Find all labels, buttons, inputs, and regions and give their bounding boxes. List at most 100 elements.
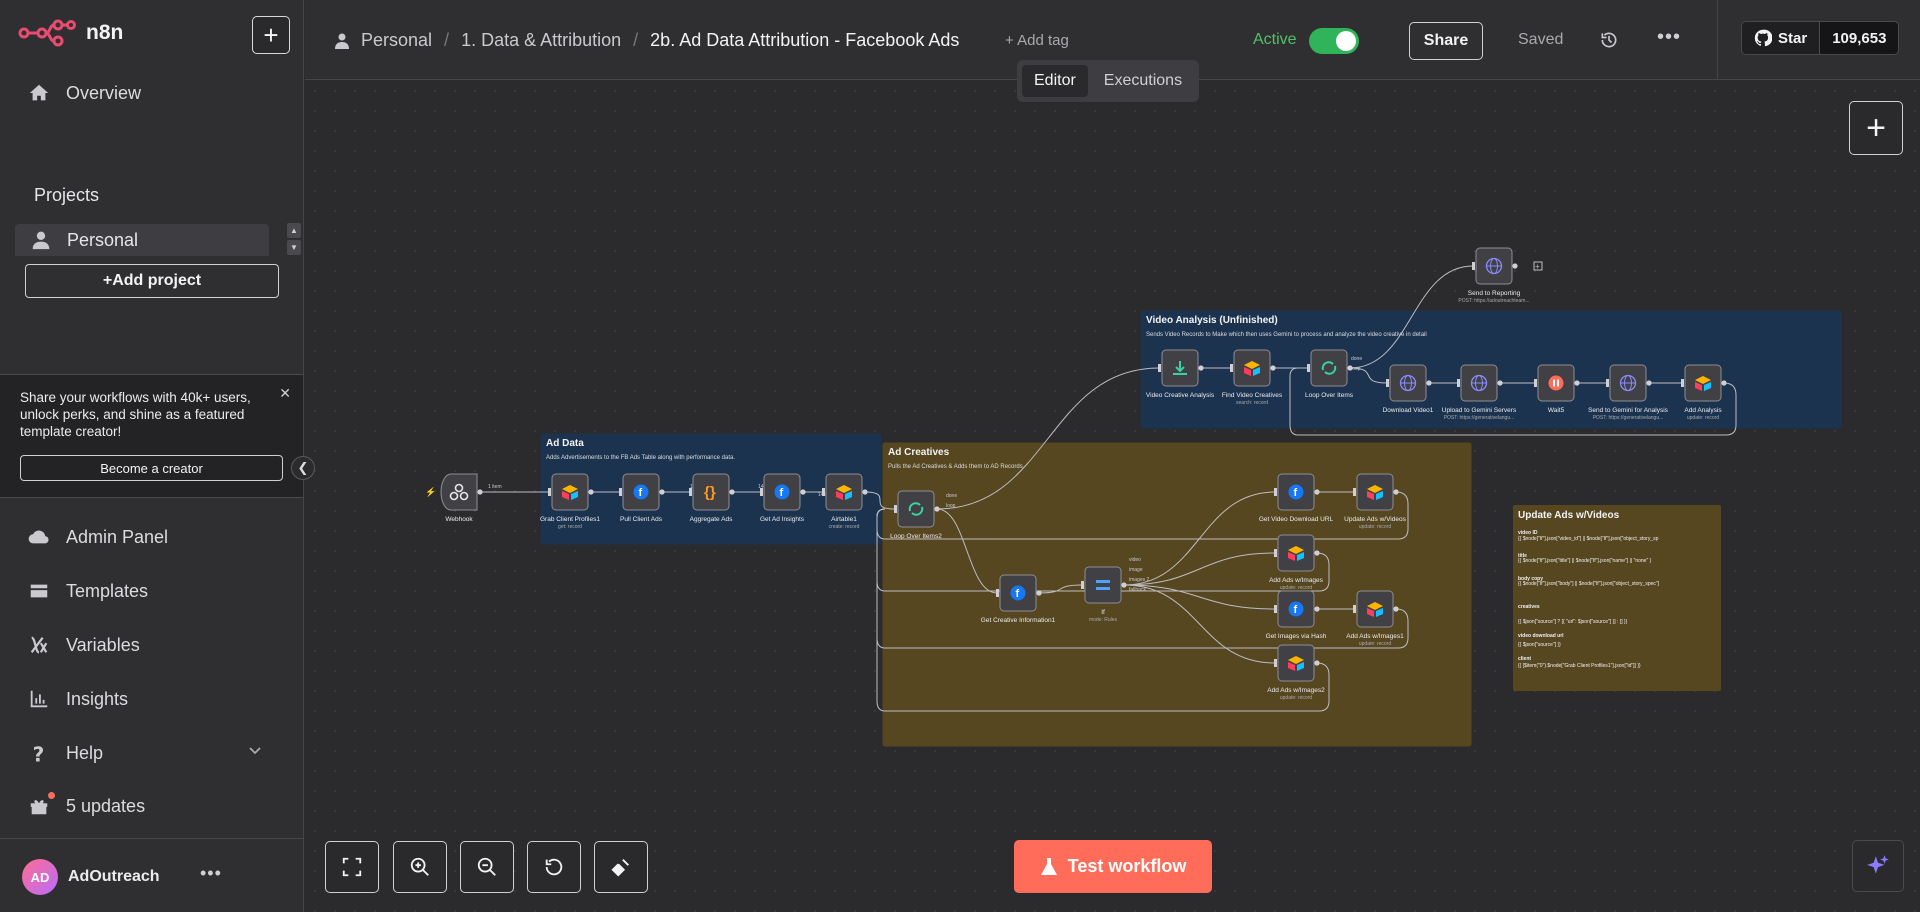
node-label: Download Video1 [1383,407,1434,414]
output-handle [1497,380,1503,386]
input-handle [1274,659,1277,667]
projects-heading: Projects [34,185,100,205]
tidy-up-button[interactable] [594,841,648,893]
become-creator-button[interactable]: Become a creator [20,455,283,481]
output-handle [1198,365,1204,371]
tab-editor[interactable]: Editor [1022,65,1088,97]
input-handle [619,488,622,496]
github-star[interactable]: Star [1742,22,1820,54]
node-label: Find Video Creatives [1222,392,1283,399]
node-subtitle: update: record [1687,415,1719,421]
connection-label: image [1129,567,1143,573]
gift-icon [30,800,48,815]
projects-scrollbar[interactable]: ▲ ▼ [285,222,303,258]
input-handle [1457,379,1460,387]
history-icon[interactable] [1599,30,1619,50]
trigger-bolt-icon: ⚡ [425,486,436,498]
create-button[interactable]: + [252,16,290,54]
node-aa[interactable]: Add Analysisupdate: record [1681,364,1727,421]
more-icon[interactable]: ••• [1657,26,1681,49]
sidebar-item-label: Templates [66,580,149,601]
sidebar-item-insights[interactable]: Insights [28,688,128,710]
variables-icon [30,636,48,654]
node-str[interactable]: Send to ReportingPOST: https://adoutreac… [1458,247,1530,304]
node-subtitle: search: record [1236,400,1268,406]
fit-view-button[interactable] [325,841,379,893]
connection-label: images 2 [1129,577,1150,583]
node-loop2[interactable]: Loop Over Items2 [890,490,942,540]
tab-executions[interactable]: Executions [1092,65,1194,97]
sidebar-item-overview[interactable]: Overview [28,82,141,104]
sidebar-item-admin-panel[interactable]: Admin Panel [28,526,168,548]
input-handle [1353,605,1356,613]
plus-icon: + [102,272,113,289]
add-node-button[interactable]: + [1849,101,1903,155]
home-icon [29,84,49,101]
n8n-logo[interactable]: n8n [18,18,123,48]
avatar: AD [22,859,58,895]
node-pull[interactable]: f Pull Client Ads [619,473,665,523]
github-star-button[interactable]: Star 109,653 [1741,21,1900,55]
node-box [1310,349,1348,387]
chevron-down-icon[interactable] [248,744,262,758]
node-insights[interactable]: f Get Ad Insights [760,473,806,523]
output-handle [1121,582,1127,588]
close-icon[interactable]: ✕ [279,385,291,402]
facebook-icon-glyph: f [780,487,784,499]
output-handle [1512,263,1518,269]
scroll-down-icon[interactable]: ▼ [287,240,301,255]
zoom-in-button[interactable] [393,841,447,893]
workflow-name[interactable]: 2b. Ad Data Attribution - Facebook Ads [650,30,959,51]
broom-icon [611,859,629,877]
group-title: Ad Data [546,438,584,449]
add-tag-button[interactable]: + Add tag [1005,32,1069,49]
node-label: Get Creative Information1 [981,617,1056,624]
ai-assistant-button[interactable] [1852,840,1904,892]
output-handle [862,489,868,495]
facebook-icon-glyph: f [1016,588,1020,600]
breadcrumb-project[interactable]: Personal [361,30,432,51]
user-menu[interactable]: AD AdOutreach ••• [0,838,303,912]
more-icon[interactable]: ••• [200,863,222,884]
zoom-out-button[interactable] [460,841,514,893]
add-project-button[interactable]: + Add project [25,264,279,298]
active-toggle[interactable] [1309,28,1359,54]
pause-icon-bar-left [1553,379,1555,387]
node-label: Add Analysis [1684,407,1722,414]
input-handle [996,589,999,597]
n8n-logo-icon [18,19,76,47]
note-code: {{ [$item("0").$node["Grab Client Profil… [1518,663,1641,669]
test-workflow-button[interactable]: Test workflow [1014,840,1212,893]
output-handle [477,489,483,495]
node-label: Get Images via Hash [1266,633,1327,640]
node-label: Send to Gemini for Analysis [1588,407,1669,414]
output-handle [1426,380,1432,386]
output-handle [1270,365,1276,371]
breadcrumb-folder[interactable]: 1. Data & Attribution [461,30,621,51]
sidebar-item-updates[interactable]: 5 updates [28,795,145,817]
collapse-sidebar-button[interactable]: ❮ [291,456,315,480]
node-loop[interactable]: Loop Over Items [1305,349,1354,399]
output-handle [1646,380,1652,386]
reset-zoom-button[interactable] [527,841,581,893]
node-webhook[interactable]: ⚡ Webhook [425,473,483,523]
input-handle [1681,379,1684,387]
sidebar-item-personal-project[interactable]: Personal [15,224,269,256]
sidebar-item-variables[interactable]: Variables [28,634,140,656]
workflow-canvas[interactable]: Ad Data Adds Advertisements to the FB Ads… [305,81,1920,912]
note-code: {{ $json["source"] }} [1518,642,1561,648]
add-project-label: Add project [112,272,202,289]
sidebar-item-label: Insights [66,688,129,709]
node-label: Add Ads w/Images2 [1267,687,1325,694]
input-handle [1158,364,1161,372]
scroll-up-icon[interactable]: ▲ [287,223,301,238]
sidebar-item-help[interactable]: ? Help [28,742,103,764]
switch-icon-bar [1096,587,1110,590]
node-agg[interactable]: {} Aggregate Ads [689,473,735,523]
share-button[interactable]: Share [1409,22,1483,60]
node-dv1[interactable]: Download Video1 [1383,364,1434,414]
output-handle [1721,380,1727,386]
output-handle [659,489,665,495]
input-handle [1307,364,1310,372]
sidebar-item-templates[interactable]: Templates [28,580,148,602]
